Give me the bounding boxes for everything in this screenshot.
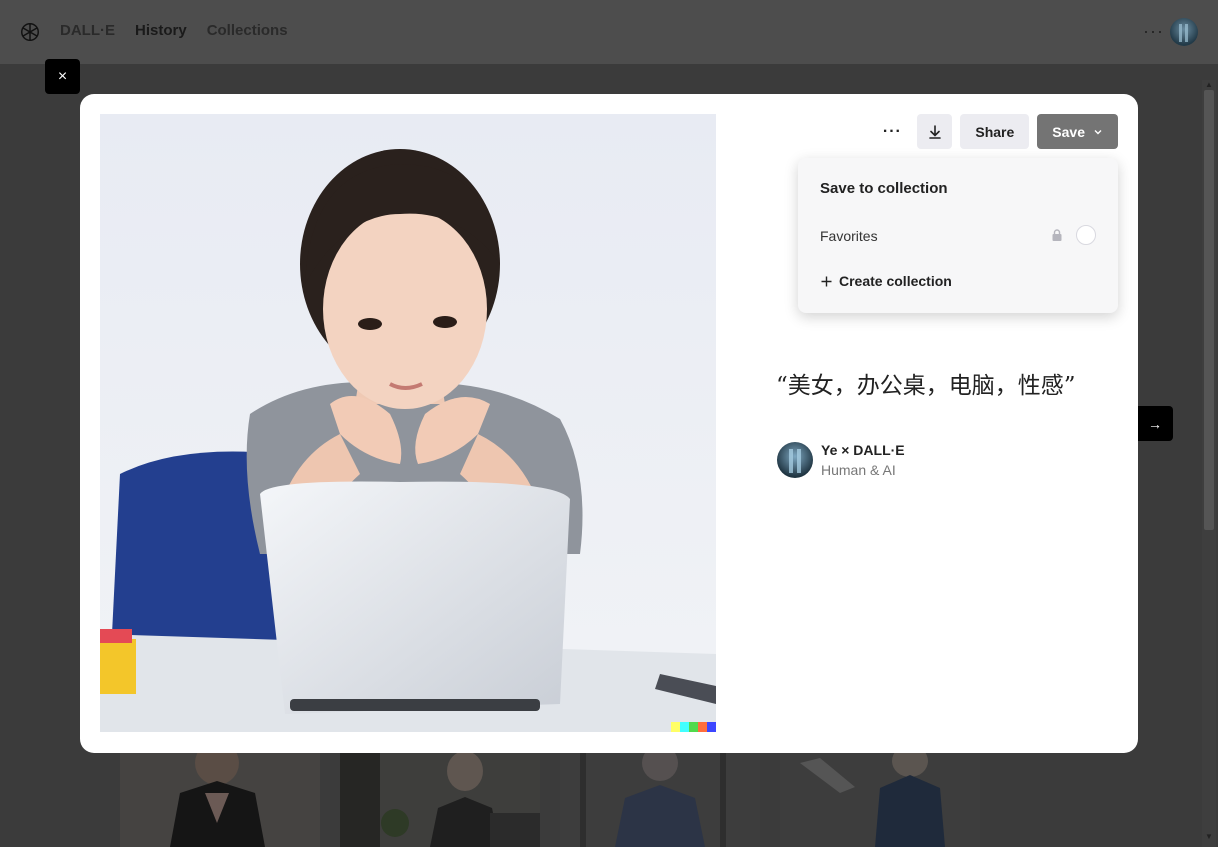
scroll-up-icon[interactable]: ▲ bbox=[1205, 80, 1213, 89]
share-button-label: Share bbox=[975, 123, 1015, 140]
top-navigation: DALL·E History Collections ··· bbox=[0, 0, 1218, 64]
signature-swatch bbox=[689, 722, 698, 732]
close-modal-button[interactable]: × bbox=[45, 59, 80, 94]
generated-image[interactable] bbox=[100, 114, 716, 732]
download-button[interactable] bbox=[917, 114, 953, 149]
author-subtitle: Human & AI bbox=[821, 462, 896, 478]
collection-item-favorites[interactable]: Favorites bbox=[820, 225, 1096, 246]
openai-logo-icon[interactable] bbox=[19, 21, 41, 43]
create-collection-button[interactable]: Create collection bbox=[820, 273, 952, 289]
author-avatar[interactable] bbox=[777, 442, 813, 478]
gallery-thumbnail[interactable] bbox=[560, 753, 760, 847]
dalle-signature bbox=[671, 722, 716, 732]
gallery-thumbnail[interactable] bbox=[120, 753, 320, 847]
nav-link-history[interactable]: History bbox=[135, 22, 187, 39]
collection-item-label: Favorites bbox=[820, 228, 878, 244]
arrow-right-icon: → bbox=[1148, 415, 1162, 432]
nav-link-collections[interactable]: Collections bbox=[207, 22, 288, 39]
scrollbar-thumb[interactable] bbox=[1204, 90, 1214, 530]
signature-swatch bbox=[671, 722, 680, 732]
save-button[interactable]: Save bbox=[1037, 114, 1118, 149]
nav-brand[interactable]: DALL·E bbox=[60, 22, 115, 39]
user-avatar[interactable] bbox=[1170, 18, 1198, 46]
signature-swatch bbox=[698, 722, 707, 732]
download-icon bbox=[929, 124, 941, 139]
dropdown-title: Save to collection bbox=[820, 180, 948, 197]
collection-select-radio[interactable] bbox=[1076, 225, 1096, 245]
image-prompt: “美女，办公桌，电脑，性感” bbox=[776, 373, 1076, 399]
share-button[interactable]: Share bbox=[960, 114, 1030, 149]
signature-swatch bbox=[707, 722, 716, 732]
save-button-label: Save bbox=[1052, 123, 1085, 140]
create-collection-label: Create collection bbox=[839, 273, 952, 289]
image-detail-modal: ··· Share Save Save to collection Favori… bbox=[80, 94, 1138, 753]
close-icon: × bbox=[57, 67, 68, 85]
scroll-down-icon[interactable]: ▼ bbox=[1205, 832, 1213, 841]
author-info: Ye × DALL·E Human & AI bbox=[777, 442, 905, 478]
next-image-button[interactable]: → bbox=[1137, 406, 1173, 441]
author-name[interactable]: Ye × DALL·E bbox=[821, 442, 905, 458]
chevron-down-icon bbox=[1094, 129, 1102, 134]
lock-icon bbox=[1052, 229, 1062, 241]
ellipsis-icon: ··· bbox=[882, 122, 902, 140]
gallery-thumbnail[interactable] bbox=[340, 753, 540, 847]
gallery-thumbnail[interactable] bbox=[780, 753, 980, 847]
signature-swatch bbox=[680, 722, 689, 732]
more-actions-button[interactable]: ··· bbox=[875, 115, 909, 149]
plus-icon bbox=[821, 276, 832, 286]
more-options-icon[interactable]: ··· bbox=[1143, 22, 1164, 40]
image-toolbar: ··· Share Save bbox=[875, 114, 1118, 149]
